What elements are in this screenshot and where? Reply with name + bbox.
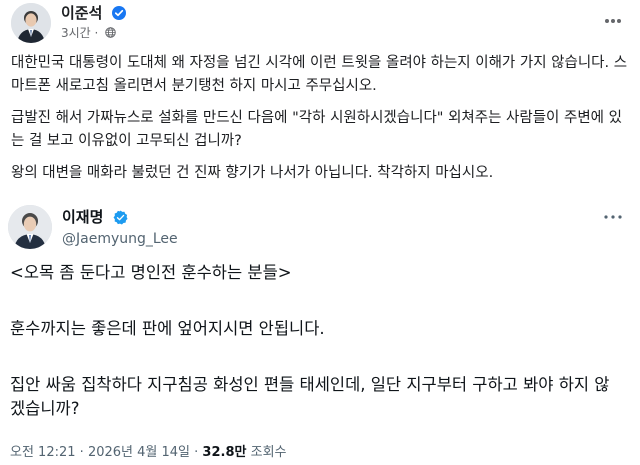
more-options-button[interactable]: [599, 9, 627, 33]
post-meta: 3시간 ·: [61, 25, 116, 41]
tweet-views-count: 32.8만: [202, 445, 247, 460]
tweet-meta-separator-2: ·: [194, 445, 199, 460]
tweet-line-1: <오목 좀 둔다고 명인전 훈수하는 분들>: [10, 263, 292, 282]
author-name-text[interactable]: 이준석: [61, 4, 102, 22]
post-paragraph-2: 급발진 해서 가짜뉴스로 설화를 만드신 다음에 "각하 시원하시겠습니다" 외…: [11, 110, 622, 149]
tweet-author-avatar[interactable]: [8, 205, 52, 249]
post-paragraph-3: 왕의 대변을 매화라 불렀던 건 진짜 향기가 나서가 아닙니다. 착각하지 마…: [11, 165, 494, 181]
tweet-author-handle[interactable]: @Jaemyung_Lee: [62, 230, 178, 248]
x-more-options-button[interactable]: [602, 207, 624, 227]
tweet-line-2: 훈수까지는 좋은데 판에 엎어지시면 안됩니다.: [10, 319, 325, 338]
author-name[interactable]: 이준석: [61, 4, 126, 22]
tweet-views-label: 조회수: [250, 445, 287, 460]
more-options-icon: [603, 18, 623, 24]
tweet-meta: 오전 12:21 · 2026년 4월 14일 · 32.8만 조회수: [10, 444, 287, 461]
tweet-meta-separator-1: ·: [79, 445, 84, 460]
tweet-line-3: 집안 싸움 집착하다 지구침공 화성인 편들 태세인데, 일단 지구부터 구하고…: [10, 375, 610, 418]
tweet-author-name[interactable]: 이재명: [62, 208, 128, 226]
tweet-date[interactable]: 2026년 4월 14일: [88, 445, 190, 460]
post-text: 대한민국 대통령이 도대체 왜 자정을 넘긴 시각에 이런 트윗을 올려야 하는…: [11, 52, 631, 194]
globe-icon: [105, 27, 116, 38]
tweet-time[interactable]: 오전 12:21: [10, 445, 76, 460]
x-more-options-icon: [604, 215, 622, 219]
verified-badge-icon: [111, 6, 126, 20]
x-verified-badge-icon: [113, 210, 128, 225]
post-timestamp[interactable]: 3시간: [61, 26, 91, 40]
tweet-author-name-text[interactable]: 이재명: [62, 208, 103, 226]
embedded-tweet[interactable]: 이재명 @Jaemyung_Lee <오목 좀 둔다고 명인전 훈수하는 분들>…: [0, 195, 640, 465]
meta-separator: ·: [94, 26, 99, 40]
post-paragraph-1: 대한민국 대통령이 도대체 왜 자정을 넘긴 시각에 이런 트윗을 올려야 하는…: [11, 55, 628, 94]
author-avatar[interactable]: [11, 3, 51, 43]
post-header: 이준석 3시간 ·: [11, 3, 629, 43]
